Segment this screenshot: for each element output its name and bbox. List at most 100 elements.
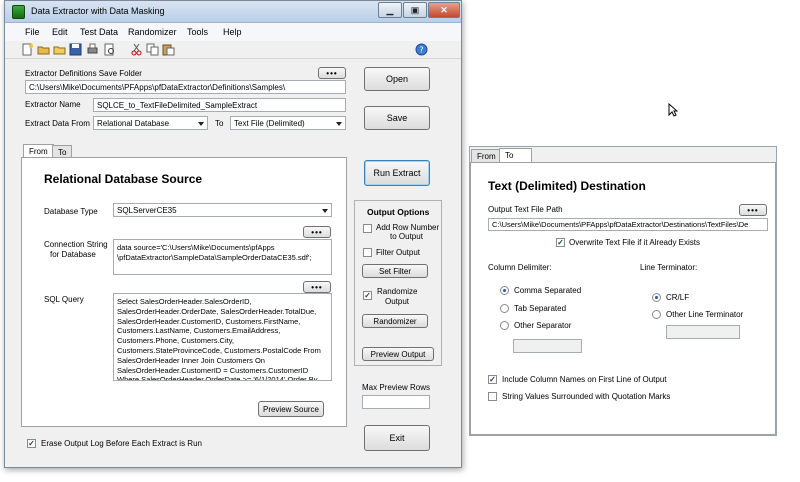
overwrite-label: Overwrite Text File if it Already Exists — [569, 238, 700, 247]
run-extract-button[interactable]: Run Extract — [364, 160, 430, 186]
menu-help[interactable]: Help — [223, 27, 242, 37]
quotation-marks-checkbox[interactable] — [488, 392, 497, 401]
randomizer-button[interactable]: Randomizer — [362, 314, 428, 328]
definitions-folder-label: Extractor Definitions Save Folder — [25, 69, 142, 78]
dest-tab-to[interactable]: To — [499, 148, 532, 162]
output-path-browse-button[interactable]: ••• — [739, 204, 767, 216]
open-folder-icon[interactable] — [37, 43, 50, 56]
paste-icon[interactable] — [162, 43, 175, 56]
quotation-marks-label: String Values Surrounded with Quotation … — [502, 392, 671, 401]
erase-log-checkbox[interactable]: ✓ — [27, 439, 36, 448]
comma-separated-radio[interactable] — [500, 286, 509, 295]
preview-output-button[interactable]: Preview Output — [362, 347, 434, 361]
menu-file[interactable]: File — [25, 27, 40, 37]
tab-separated-radio[interactable] — [500, 304, 509, 313]
other-separator-label: Other Separator — [514, 321, 572, 330]
filter-output-label: Filter Output — [376, 248, 421, 257]
connection-string-label-2: for Database — [50, 250, 96, 259]
extract-to-select[interactable]: Text File (Delimited) — [230, 116, 346, 130]
other-terminator-input[interactable] — [666, 325, 740, 339]
database-type-select[interactable]: SQLServerCE35 — [113, 203, 332, 217]
extractor-name-label: Extractor Name — [25, 100, 81, 109]
chevron-down-icon — [336, 122, 342, 126]
line-terminator-label: Line Terminator: — [640, 263, 698, 272]
menu-bar: File Edit Test Data Randomizer Tools Hel… — [5, 23, 461, 41]
extractor-name-input[interactable]: SQLCE_to_TextFileDelimited_SampleExtract — [93, 98, 346, 112]
browse-definitions-button[interactable]: ••• — [318, 67, 346, 79]
svg-text:?: ? — [419, 46, 423, 55]
dest-tab-from[interactable]: From — [471, 149, 502, 163]
exit-button[interactable]: Exit — [364, 425, 430, 451]
other-separator-input[interactable] — [513, 339, 582, 353]
menu-test-data[interactable]: Test Data — [80, 27, 118, 37]
randomize-output-label: Randomize — [377, 287, 418, 296]
sql-query-browse-button[interactable]: ••• — [303, 281, 331, 293]
connection-string-input[interactable]: data source='C:\Users\Mike\Documents\pfA… — [113, 239, 332, 275]
title-bar[interactable]: Data Extractor with Data Masking ▁ ▣ ✕ — [5, 1, 461, 23]
destination-window: From To Text (Delimited) Destination Out… — [469, 146, 777, 436]
close-button[interactable]: ✕ — [428, 2, 460, 18]
mouse-cursor-icon — [668, 103, 678, 117]
chevron-down-icon — [198, 122, 204, 126]
tab-from[interactable]: From — [23, 144, 54, 158]
set-filter-button[interactable]: Set Filter — [362, 264, 428, 278]
output-path-label: Output Text File Path — [488, 205, 563, 214]
sql-query-input[interactable]: Select SalesOrderHeader.SalesOrderID, Sa… — [113, 293, 332, 381]
comma-separated-label: Comma Separated — [514, 286, 582, 295]
extract-from-select[interactable]: Relational Database — [93, 116, 208, 130]
max-preview-rows-input[interactable] — [362, 395, 430, 409]
add-row-number-checkbox[interactable] — [363, 224, 372, 233]
app-icon — [12, 5, 25, 19]
cut-icon[interactable] — [130, 43, 143, 56]
other-terminator-radio[interactable] — [652, 310, 661, 319]
output-path-input[interactable]: C:\Users\Mike\Documents\PFApps\pfDataExt… — [488, 218, 768, 231]
minimize-button[interactable]: ▁ — [378, 2, 402, 18]
connection-string-label: Connection String — [44, 240, 108, 249]
window-title: Data Extractor with Data Masking — [31, 6, 165, 16]
source-panel: Relational Database Source Database Type… — [21, 157, 347, 427]
save-button[interactable]: Save — [364, 106, 430, 130]
print-preview-icon[interactable] — [103, 43, 116, 56]
help-icon[interactable]: ? — [415, 43, 428, 56]
open-button[interactable]: Open — [364, 67, 430, 91]
crlf-radio[interactable] — [652, 293, 661, 302]
add-row-number-label: Add Row Number — [376, 223, 440, 232]
new-file-icon[interactable] — [21, 43, 34, 56]
add-row-number-label-2: to Output — [390, 232, 423, 241]
copy-icon[interactable] — [146, 43, 159, 56]
tab-separated-label: Tab Separated — [514, 304, 567, 313]
crlf-label: CR/LF — [666, 293, 690, 302]
maximize-button[interactable]: ▣ — [403, 2, 427, 18]
column-delimiter-label: Column Delimiter: — [488, 263, 552, 272]
destination-heading: Text (Delimited) Destination — [488, 179, 646, 193]
include-column-names-checkbox[interactable]: ✓ — [488, 375, 497, 384]
menu-edit[interactable]: Edit — [52, 27, 68, 37]
print-icon[interactable] — [86, 43, 99, 56]
to-label: To — [215, 119, 224, 128]
filter-output-checkbox[interactable] — [363, 248, 372, 257]
randomize-output-checkbox[interactable]: ✓ — [363, 291, 372, 300]
chevron-down-icon — [322, 209, 328, 213]
menu-tools[interactable]: Tools — [187, 27, 208, 37]
definitions-folder-input[interactable]: C:\Users\Mike\Documents\PFApps\pfDataExt… — [25, 80, 346, 94]
extract-from-label: Extract Data From — [25, 119, 90, 128]
menu-randomizer[interactable]: Randomizer — [128, 27, 177, 37]
folder-icon[interactable] — [53, 43, 66, 56]
preview-source-button[interactable]: Preview Source — [258, 401, 324, 417]
other-terminator-label: Other Line Terminator — [666, 310, 744, 319]
include-column-names-label: Include Column Names on First Line of Ou… — [502, 375, 667, 384]
max-preview-rows-label: Max Preview Rows — [362, 383, 431, 392]
main-window: Data Extractor with Data Masking ▁ ▣ ✕ F… — [4, 0, 462, 468]
randomize-output-label-2: Output — [385, 297, 410, 306]
output-options-title: Output Options — [367, 207, 430, 217]
destination-panel: Text (Delimited) Destination Output Text… — [470, 162, 776, 435]
connection-string-browse-button[interactable]: ••• — [303, 226, 331, 238]
source-heading: Relational Database Source — [44, 172, 203, 186]
save-icon[interactable] — [69, 43, 82, 56]
overwrite-checkbox[interactable]: ✓ — [556, 238, 565, 247]
other-separator-radio[interactable] — [500, 321, 509, 330]
erase-log-label: Erase Output Log Before Each Extract is … — [41, 439, 202, 448]
database-type-label: Database Type — [44, 207, 98, 216]
sql-query-label: SQL Query — [44, 295, 84, 304]
toolbar: ? — [5, 41, 461, 59]
